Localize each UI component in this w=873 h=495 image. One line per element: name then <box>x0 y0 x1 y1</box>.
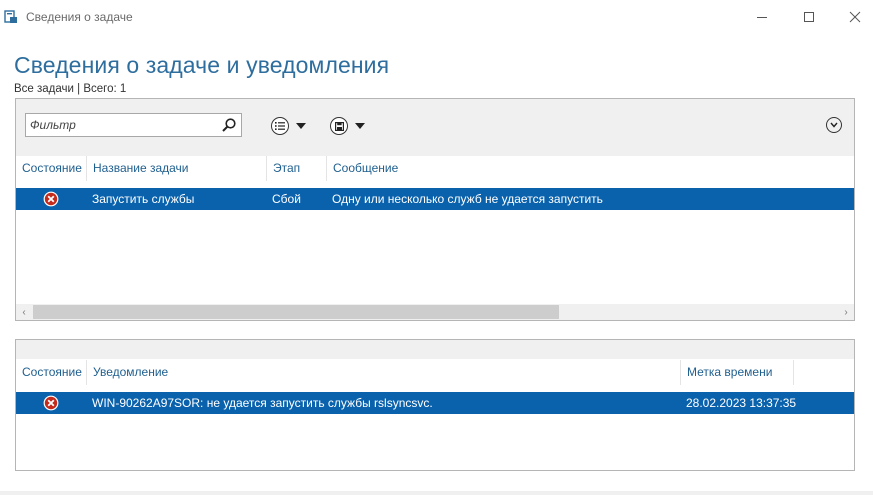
notifications-header: Состояние Уведомление Метка времени <box>16 360 854 385</box>
filter-box <box>25 113 242 137</box>
table-row[interactable]: WIN-90262A97SOR: не удается запустить сл… <box>16 392 854 414</box>
horizontal-scrollbar[interactable]: ‹ › <box>16 304 854 320</box>
column-header-status[interactable]: Состояние <box>16 360 86 385</box>
close-icon <box>849 11 861 23</box>
task-count-summary: Все задачи | Всего: 1 <box>14 83 127 95</box>
column-header-task-name[interactable]: Название задачи <box>86 156 266 181</box>
minimize-button[interactable] <box>739 0 785 34</box>
table-row[interactable]: Запустить службы Сбой Одну или несколько… <box>16 188 854 210</box>
notification-text: WIN-90262A97SOR: не удается запустить сл… <box>92 396 433 410</box>
tasks-header: Состояние Название задачи Этап Сообщение <box>16 156 854 181</box>
list-icon <box>271 117 289 135</box>
scroll-left-icon[interactable]: ‹ <box>16 304 32 320</box>
error-icon <box>43 395 59 411</box>
tasks-toolbar <box>16 99 854 157</box>
page-title: Сведения о задаче и уведомления <box>14 52 390 78</box>
scroll-right-icon[interactable]: › <box>838 304 854 320</box>
chevron-down-icon <box>296 123 306 129</box>
chevron-down-icon <box>830 122 838 128</box>
chevron-down-icon <box>355 123 365 129</box>
column-header-status[interactable]: Состояние <box>16 156 86 181</box>
minimize-icon <box>757 17 767 18</box>
close-button[interactable] <box>832 0 873 34</box>
notifications-panel-header <box>16 340 854 359</box>
save-icon <box>330 117 348 135</box>
bottom-edge <box>0 491 873 495</box>
column-header-empty <box>793 360 854 385</box>
notifications-panel: Состояние Уведомление Метка времени WIN-… <box>15 339 855 471</box>
column-header-notification[interactable]: Уведомление <box>86 360 680 385</box>
task-name: Запустить службы <box>92 192 195 206</box>
scrollbar-thumb[interactable] <box>33 305 559 319</box>
tasks-panel: Состояние Название задачи Этап Сообщение… <box>15 98 855 321</box>
maximize-button[interactable] <box>786 0 832 34</box>
search-icon[interactable] <box>221 117 237 133</box>
column-header-stage[interactable]: Этап <box>266 156 326 181</box>
collapse-button[interactable] <box>826 117 842 133</box>
save-options-button[interactable] <box>330 113 365 139</box>
title-bar: Сведения о задаче <box>0 0 873 34</box>
notification-timestamp: 28.02.2023 13:37:35 <box>686 396 797 410</box>
window-title: Сведения о задаче <box>26 10 133 24</box>
maximize-icon <box>804 12 814 22</box>
filter-input[interactable] <box>30 117 218 133</box>
task-stage: Сбой <box>272 192 301 206</box>
server-manager-icon <box>4 10 17 23</box>
task-message: Одну или несколько служб не удается запу… <box>332 192 603 206</box>
column-header-message[interactable]: Сообщение <box>326 156 854 181</box>
list-options-button[interactable] <box>271 113 306 139</box>
column-header-timestamp[interactable]: Метка времени <box>680 360 793 385</box>
error-icon <box>43 191 59 207</box>
